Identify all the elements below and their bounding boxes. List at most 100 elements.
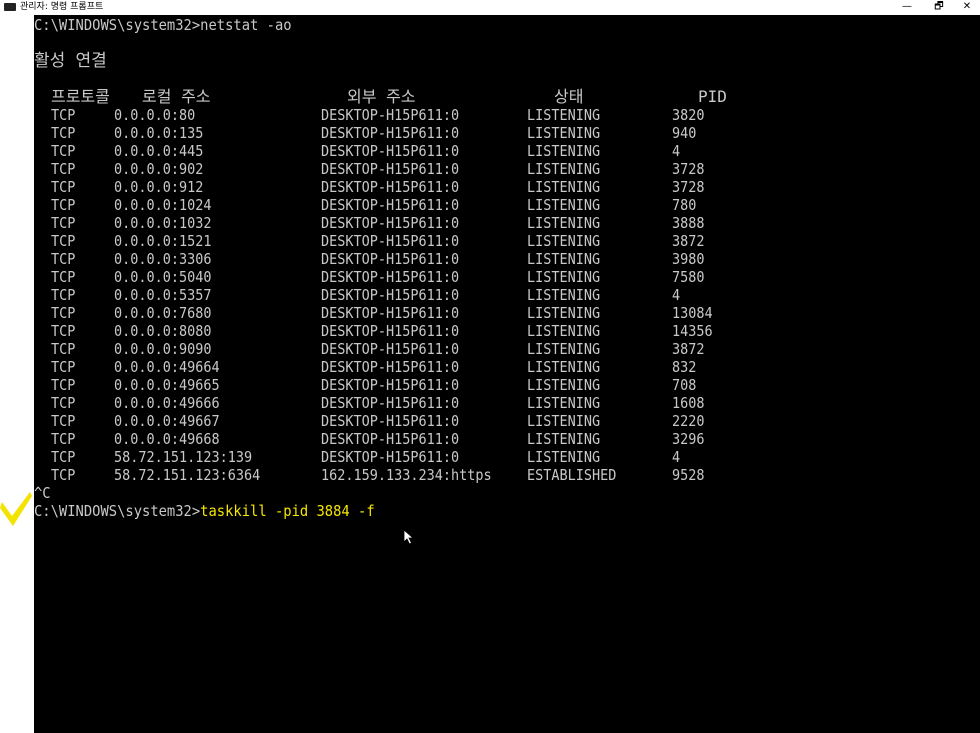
cell-proto: TCP bbox=[51, 394, 76, 412]
cell-state: LISTENING bbox=[527, 178, 601, 196]
cell-proto: TCP bbox=[51, 196, 76, 214]
cell-foreign-address: DESKTOP-H15P611:0 bbox=[321, 196, 460, 214]
cell-local-address: 0.0.0.0:902 bbox=[114, 160, 204, 178]
table-row: TCP 0.0.0.0:912 DESKTOP-H15P611:0 LISTENING… bbox=[34, 178, 980, 196]
table-row: TCP 0.0.0.0:1521 DESKTOP-H15P611:0 LISTENIN… bbox=[34, 232, 980, 250]
cell-foreign-address: DESKTOP-H15P611:0 bbox=[321, 214, 460, 232]
cell-pid: 3296 bbox=[672, 430, 705, 448]
cell-local-address: 0.0.0.0:3306 bbox=[114, 250, 212, 268]
maximize-button[interactable]: 🗗 bbox=[924, 0, 954, 15]
cell-local-address: 0.0.0.0:49664 bbox=[114, 358, 220, 376]
header-proto: 프로토콜 bbox=[51, 87, 110, 106]
cell-local-address: 0.0.0.0:445 bbox=[114, 142, 204, 160]
cell-foreign-address: DESKTOP-H15P611:0 bbox=[321, 412, 460, 430]
table-row: TCP 0.0.0.0:7680 DESKTOP-H15P611:0 LISTENIN… bbox=[34, 304, 980, 322]
cell-local-address: 0.0.0.0:135 bbox=[114, 124, 204, 142]
cell-proto: TCP bbox=[51, 448, 76, 466]
table-row: TCP 0.0.0.0:1032 DESKTOP-H15P611:0 LISTENIN… bbox=[34, 214, 980, 232]
cell-local-address: 0.0.0.0:1521 bbox=[114, 232, 212, 250]
cell-pid: 3980 bbox=[672, 250, 705, 268]
table-row: TCP 0.0.0.0:1024 DESKTOP-H15P611:0 LISTENIN… bbox=[34, 196, 980, 214]
cell-state: LISTENING bbox=[527, 448, 601, 466]
cell-foreign-address: DESKTOP-H15P611:0 bbox=[321, 448, 460, 466]
cell-local-address: 0.0.0.0:7680 bbox=[114, 304, 212, 322]
table-row: TCP 0.0.0.0:49667 DESKTOP-H15P611:0 LISTENI… bbox=[34, 412, 980, 430]
table-header: 프로토콜 로컬 주소 외부 주소 상태 PID bbox=[34, 88, 980, 106]
header-local-address: 로컬 주소 bbox=[142, 87, 211, 106]
cell-pid: 940 bbox=[672, 124, 697, 142]
interrupt-line: ^C bbox=[34, 484, 51, 502]
table-row: TCP 0.0.0.0:49668 DESKTOP-H15P611:0 LISTENI… bbox=[34, 430, 980, 448]
minimize-button[interactable]: — bbox=[892, 0, 922, 15]
cell-pid: 832 bbox=[672, 358, 697, 376]
cell-foreign-address: DESKTOP-H15P611:0 bbox=[321, 232, 460, 250]
cell-foreign-address: DESKTOP-H15P611:0 bbox=[321, 268, 460, 286]
cell-pid: 2220 bbox=[672, 412, 705, 430]
cell-local-address: 0.0.0.0:49668 bbox=[114, 430, 220, 448]
header-pid: PID bbox=[698, 87, 727, 106]
cell-proto: TCP bbox=[51, 466, 76, 484]
cell-pid: 3728 bbox=[672, 160, 705, 178]
cell-state: LISTENING bbox=[527, 124, 601, 142]
typed-command: taskkill -pid 3884 -f bbox=[200, 502, 375, 520]
cell-pid: 708 bbox=[672, 376, 697, 394]
cell-proto: TCP bbox=[51, 340, 76, 358]
cell-local-address: 0.0.0.0:912 bbox=[114, 178, 204, 196]
cell-state: LISTENING bbox=[527, 250, 601, 268]
cell-proto: TCP bbox=[51, 142, 76, 160]
table-row: TCP 0.0.0.0:5040 DESKTOP-H15P611:0 LISTENIN… bbox=[34, 268, 980, 286]
cell-state: LISTENING bbox=[527, 214, 601, 232]
cell-local-address: 0.0.0.0:80 bbox=[114, 106, 196, 124]
table-row: TCP 0.0.0.0:49665 DESKTOP-H15P611:0 LISTENI… bbox=[34, 376, 980, 394]
cell-pid: 780 bbox=[672, 196, 697, 214]
table-row: TCP 58.72.151.123:139 DESKTOP-H15P611:0 LIS… bbox=[34, 448, 980, 466]
cell-pid: 13084 bbox=[672, 304, 713, 322]
cell-pid: 3872 bbox=[672, 340, 705, 358]
cell-state: ESTABLISHED bbox=[527, 466, 617, 484]
cell-local-address: 58.72.151.123:139 bbox=[114, 448, 253, 466]
cell-foreign-address: DESKTOP-H15P611:0 bbox=[321, 376, 460, 394]
cell-state: LISTENING bbox=[527, 268, 601, 286]
cell-pid: 3872 bbox=[672, 232, 705, 250]
cell-state: LISTENING bbox=[527, 286, 601, 304]
cell-foreign-address: 162.159.133.234:https bbox=[321, 466, 492, 484]
cell-pid: 4 bbox=[672, 286, 681, 304]
cell-local-address: 0.0.0.0:49666 bbox=[114, 394, 220, 412]
cell-pid: 4 bbox=[672, 448, 681, 466]
cell-proto: TCP bbox=[51, 250, 76, 268]
close-button[interactable]: ✕ bbox=[952, 0, 980, 15]
cell-state: LISTENING bbox=[527, 340, 601, 358]
cell-foreign-address: DESKTOP-H15P611:0 bbox=[321, 430, 460, 448]
table-row: TCP 0.0.0.0:5357 DESKTOP-H15P611:0 LISTENIN… bbox=[34, 286, 980, 304]
cell-foreign-address: DESKTOP-H15P611:0 bbox=[321, 178, 460, 196]
cell-state: LISTENING bbox=[527, 196, 601, 214]
cell-state: LISTENING bbox=[527, 358, 601, 376]
title-bar: 관리자: 명령 프롬프트 — 🗗 ✕ bbox=[0, 0, 980, 15]
cell-local-address: 0.0.0.0:9090 bbox=[114, 340, 212, 358]
cell-foreign-address: DESKTOP-H15P611:0 bbox=[321, 286, 460, 304]
prompt: C:\WINDOWS\system32> bbox=[34, 502, 201, 520]
cell-pid: 3888 bbox=[672, 214, 705, 232]
cell-foreign-address: DESKTOP-H15P611:0 bbox=[321, 394, 460, 412]
table-row: TCP 0.0.0.0:902 DESKTOP-H15P611:0 LISTENING… bbox=[34, 160, 980, 178]
table-row: TCP 0.0.0.0:135 DESKTOP-H15P611:0 LISTENING… bbox=[34, 124, 980, 142]
cell-local-address: 0.0.0.0:49665 bbox=[114, 376, 220, 394]
cell-proto: TCP bbox=[51, 412, 76, 430]
cell-proto: TCP bbox=[51, 322, 76, 340]
cell-pid: 3820 bbox=[672, 106, 705, 124]
cell-state: LISTENING bbox=[527, 160, 601, 178]
cell-foreign-address: DESKTOP-H15P611:0 bbox=[321, 142, 460, 160]
cell-pid: 3728 bbox=[672, 178, 705, 196]
cell-local-address: 58.72.151.123:6364 bbox=[114, 466, 261, 484]
cell-foreign-address: DESKTOP-H15P611:0 bbox=[321, 304, 460, 322]
console-output[interactable]: C:\WINDOWS\system32>netstat -ao 활성 연결 프로… bbox=[34, 15, 980, 733]
console-app-icon bbox=[4, 3, 16, 11]
cell-state: LISTENING bbox=[527, 142, 601, 160]
table-row: TCP 0.0.0.0:8080 DESKTOP-H15P611:0 LISTENIN… bbox=[34, 322, 980, 340]
cell-foreign-address: DESKTOP-H15P611:0 bbox=[321, 340, 460, 358]
table-row: TCP 0.0.0.0:49664 DESKTOP-H15P611:0 LISTENI… bbox=[34, 358, 980, 376]
cell-proto: TCP bbox=[51, 232, 76, 250]
cell-state: LISTENING bbox=[527, 322, 601, 340]
cell-pid: 4 bbox=[672, 142, 681, 160]
cell-local-address: 0.0.0.0:49667 bbox=[114, 412, 220, 430]
